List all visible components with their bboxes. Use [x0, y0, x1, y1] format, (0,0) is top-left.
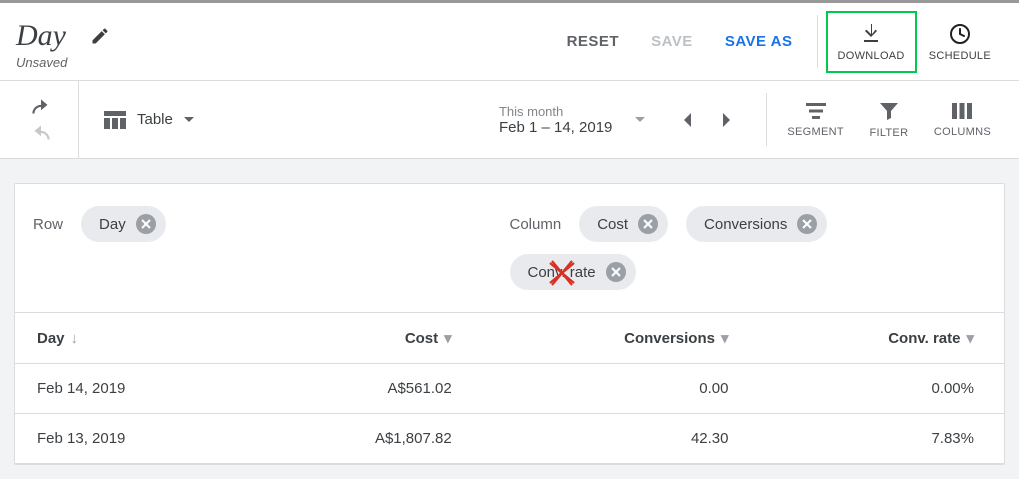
clock-icon: [948, 22, 972, 46]
table-row[interactable]: Feb 13, 2019 A$1,807.82 42.30 7.83%: [15, 414, 1004, 464]
schedule-label: SCHEDULE: [929, 50, 991, 62]
segment-icon: [805, 102, 827, 120]
report-canvas: Row Day Column Cost: [0, 159, 1019, 479]
segment-label: SEGMENT: [787, 126, 844, 138]
table-icon: [103, 110, 127, 130]
undo-button[interactable]: [28, 98, 54, 116]
cell-cost: A$561.02: [251, 364, 481, 414]
schedule-button[interactable]: SCHEDULE: [917, 11, 1003, 73]
chevron-down-icon: [634, 116, 646, 124]
history-controls: [8, 81, 79, 158]
chip-text: Conv. rate: [528, 264, 596, 281]
filter-icon: [879, 101, 899, 121]
date-range-picker[interactable]: This month Feb 1 – 14, 2019: [485, 100, 656, 140]
columns-label: COLUMNS: [934, 126, 991, 138]
dimension-bar: Row Day Column Cost: [15, 184, 1004, 313]
chip-text: Day: [99, 216, 126, 233]
save-button: SAVE: [635, 23, 709, 60]
top-bar: Day Unsaved RESET SAVE SAVE AS DOWNLOAD …: [0, 3, 1019, 81]
download-label: DOWNLOAD: [838, 50, 905, 62]
download-icon: [859, 22, 883, 46]
report-editor: Day Unsaved RESET SAVE SAVE AS DOWNLOAD …: [0, 0, 1019, 479]
table-header-row: Day↓ Cost▾ Conversions▾ Conv. rate▾: [15, 313, 1004, 364]
data-table: Day↓ Cost▾ Conversions▾ Conv. rate▾ Feb …: [15, 313, 1004, 464]
report-table-panel: Row Day Column Cost: [14, 183, 1005, 465]
toolbar: Table This month Feb 1 – 14, 2019: [0, 81, 1019, 159]
chart-type-selector[interactable]: Table: [103, 110, 195, 130]
columns-button[interactable]: COLUMNS: [922, 89, 1003, 151]
table-row[interactable]: Feb 14, 2019 A$561.02 0.00 0.00%: [15, 364, 1004, 414]
reset-button[interactable]: RESET: [551, 23, 636, 60]
col-header-day[interactable]: Day↓: [15, 313, 251, 364]
cell-conv-rate: 0.00%: [759, 364, 1005, 414]
row-label: Row: [33, 216, 63, 233]
date-nav: [682, 112, 732, 128]
date-range-label: Feb 1 – 14, 2019: [499, 119, 612, 136]
sort-icon: ▾: [721, 330, 729, 347]
cell-conv-rate: 7.83%: [759, 414, 1005, 464]
column-group: Column Cost Conversions Conv. rate: [510, 206, 828, 290]
column-chip-conversions[interactable]: Conversions: [686, 206, 827, 242]
sort-icon: ▾: [444, 330, 452, 347]
date-preset-label: This month: [499, 104, 612, 119]
save-as-button[interactable]: SAVE AS: [709, 23, 809, 60]
cell-day: Feb 14, 2019: [15, 364, 251, 414]
row-chip-day[interactable]: Day: [81, 206, 166, 242]
chip-text: Conversions: [704, 216, 787, 233]
sort-desc-icon: ↓: [71, 330, 79, 347]
report-subtitle: Unsaved: [16, 55, 67, 70]
cell-cost: A$1,807.82: [251, 414, 481, 464]
chevron-down-icon: [183, 116, 195, 124]
col-header-cost[interactable]: Cost▾: [251, 313, 481, 364]
col-header-conv-rate[interactable]: Conv. rate▾: [759, 313, 1005, 364]
column-label: Column: [510, 216, 562, 233]
column-chip-cost[interactable]: Cost: [579, 206, 668, 242]
column-chip-conv-rate[interactable]: Conv. rate: [510, 254, 636, 290]
segment-button[interactable]: SEGMENT: [775, 89, 856, 151]
cell-conversions: 0.00: [482, 364, 759, 414]
prev-period-button[interactable]: [682, 112, 692, 128]
divider: [817, 15, 818, 68]
divider: [766, 93, 767, 146]
report-title: Day: [16, 19, 66, 53]
report-title-block: Day Unsaved: [16, 19, 110, 70]
remove-chip-button[interactable]: [797, 214, 817, 234]
filter-button[interactable]: FILTER: [856, 89, 922, 151]
next-period-button[interactable]: [722, 112, 732, 128]
col-header-conversions[interactable]: Conversions▾: [482, 313, 759, 364]
sort-icon: ▾: [966, 330, 974, 347]
remove-chip-button[interactable]: [638, 214, 658, 234]
remove-chip-button[interactable]: [136, 214, 156, 234]
cell-day: Feb 13, 2019: [15, 414, 251, 464]
remove-chip-button[interactable]: [606, 262, 626, 282]
columns-icon: [951, 102, 973, 120]
chart-type-label: Table: [137, 111, 173, 128]
cell-conversions: 42.30: [482, 414, 759, 464]
row-group: Row Day: [33, 206, 510, 290]
filter-label: FILTER: [869, 127, 908, 139]
redo-button[interactable]: [28, 124, 54, 142]
download-button[interactable]: DOWNLOAD: [826, 11, 917, 73]
chip-text: Cost: [597, 216, 628, 233]
edit-title-icon[interactable]: [90, 26, 110, 46]
